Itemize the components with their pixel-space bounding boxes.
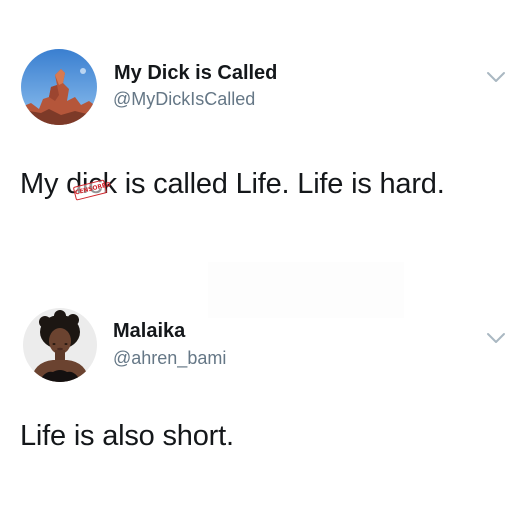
display-name[interactable]: Malaika bbox=[113, 320, 185, 343]
censored-word: dickCENSORED bbox=[66, 168, 117, 201]
chevron-down-icon[interactable] bbox=[485, 70, 507, 84]
tweet-text: My dickCENSORED is called Life. Life is … bbox=[20, 168, 445, 201]
rock-formation-avatar-icon bbox=[21, 49, 97, 125]
user-handle[interactable]: @ahren_bami bbox=[113, 348, 226, 369]
avatar[interactable] bbox=[21, 49, 97, 125]
tweet-card: Malaika @ahren_bami Life is also short. bbox=[0, 290, 526, 526]
user-handle[interactable]: @MyDickIsCalled bbox=[113, 89, 255, 110]
display-name[interactable]: My Dick is Called bbox=[114, 62, 277, 85]
tweet-text: Life is also short. bbox=[20, 420, 234, 452]
tweet-text-before: My bbox=[20, 168, 67, 200]
woman-portrait-avatar-icon bbox=[23, 308, 97, 382]
chevron-down-icon[interactable] bbox=[485, 331, 507, 345]
tweet-card: My Dick is Called @MyDickIsCalled My dic… bbox=[0, 0, 526, 250]
tweet-text-after: is called Life. Life is hard. bbox=[116, 168, 445, 200]
avatar[interactable] bbox=[23, 308, 97, 382]
